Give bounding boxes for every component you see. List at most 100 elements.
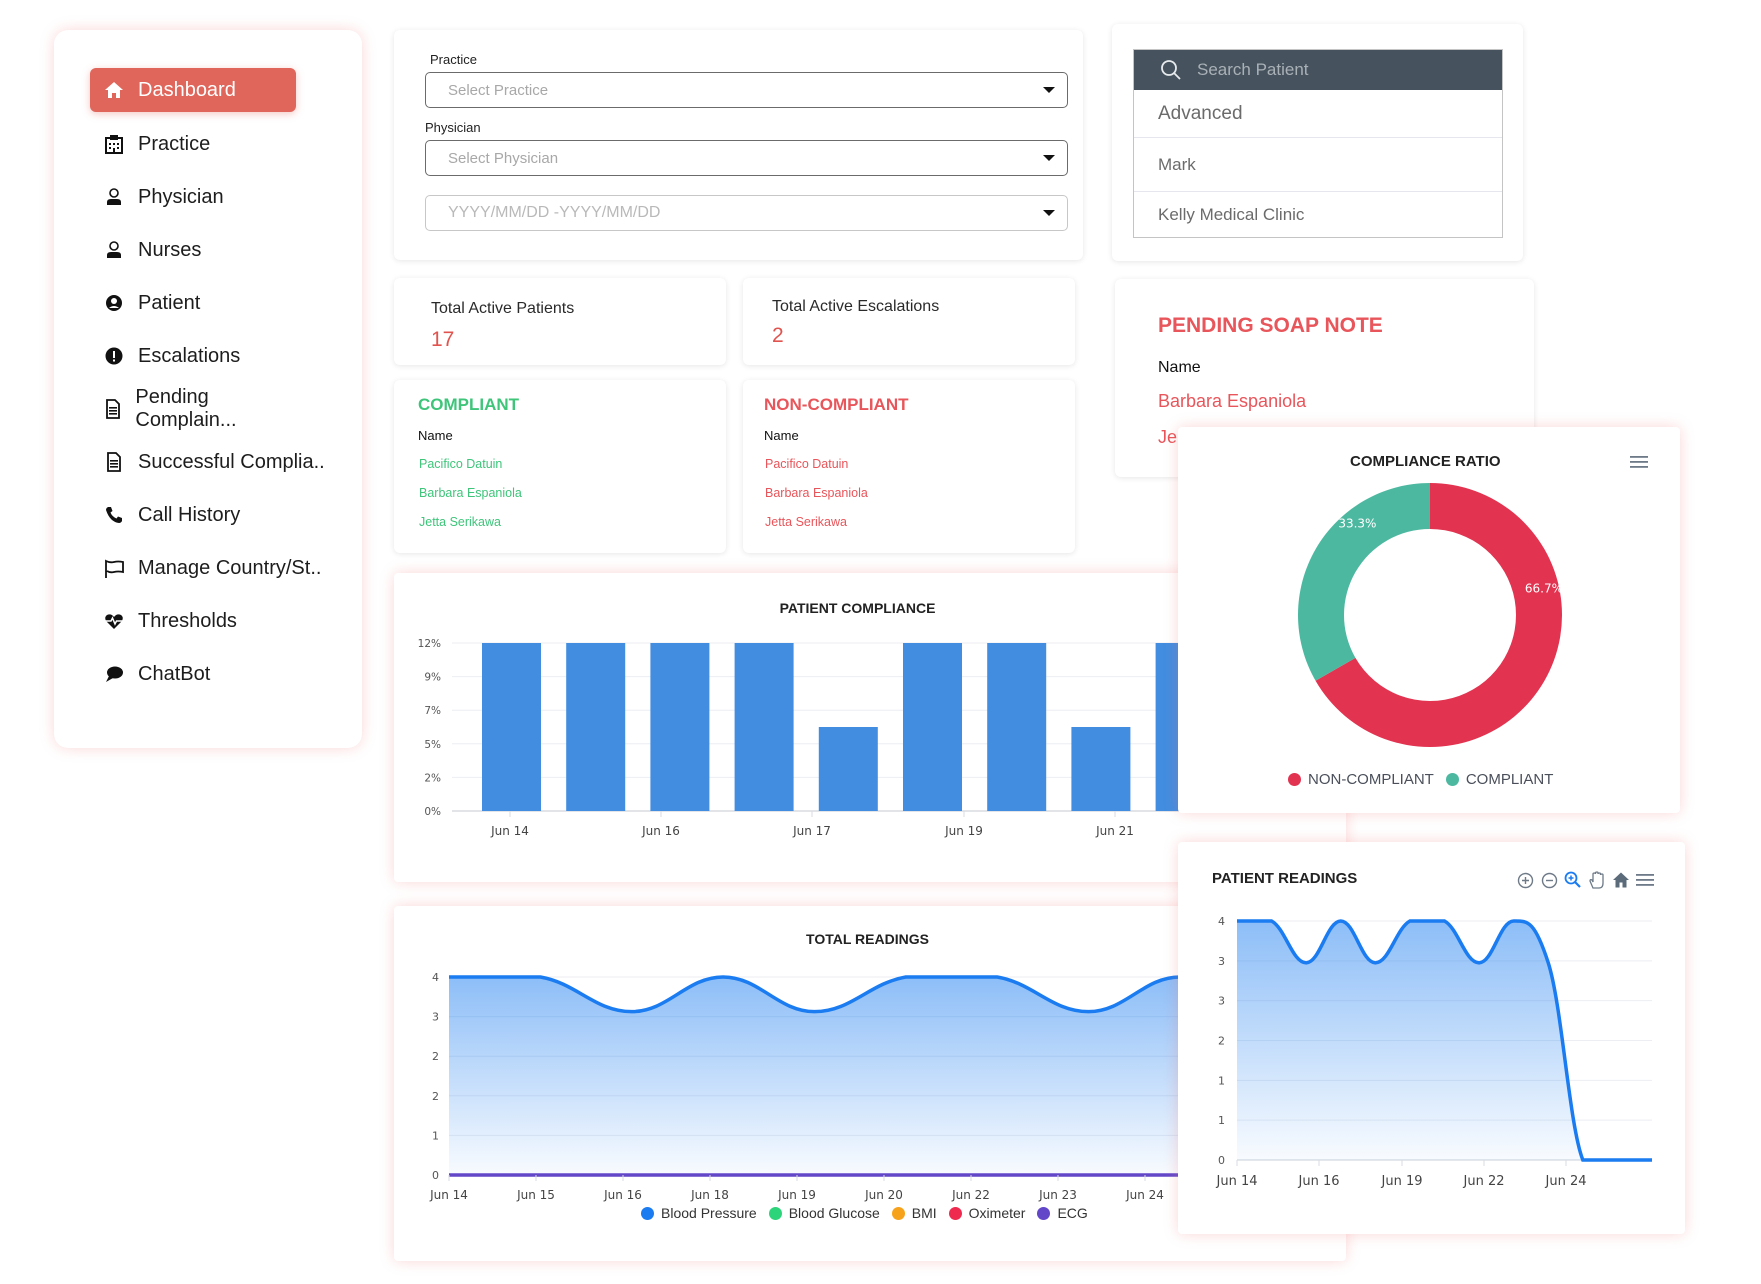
list-item[interactable]: Jetta Serikawa bbox=[419, 515, 501, 529]
list-item[interactable]: Barbara Espaniola bbox=[765, 486, 868, 500]
legend-label: Oximeter bbox=[968, 1205, 1026, 1221]
sidebar-item-practice[interactable]: Practice bbox=[90, 122, 296, 166]
sidebar-item-patient[interactable]: Patient bbox=[90, 281, 296, 325]
sidebar-item-successful-compliance[interactable]: Successful Complia.. bbox=[90, 440, 330, 484]
legend-item[interactable]: COMPLIANT bbox=[1445, 771, 1554, 788]
legend-marker bbox=[1288, 773, 1301, 786]
x-tick-label: Jun 14 bbox=[490, 824, 529, 838]
legend-label: BMI bbox=[911, 1205, 937, 1221]
bar bbox=[818, 727, 878, 811]
practice-select[interactable]: Select Practice bbox=[425, 72, 1068, 108]
sidebar-item-physician[interactable]: Physician bbox=[90, 175, 296, 219]
sidebar-item-call-history[interactable]: Call History bbox=[90, 493, 296, 537]
y-tick-label: 2 bbox=[432, 1050, 439, 1063]
legend-marker bbox=[1445, 773, 1459, 786]
legend-label: Blood Pressure bbox=[661, 1205, 757, 1221]
total-active-patients-card: Total Active Patients 17 bbox=[394, 278, 726, 365]
list-item[interactable]: Barbara Espaniola bbox=[419, 486, 522, 500]
search-result-item[interactable]: Advanced bbox=[1134, 90, 1502, 138]
x-tick-label: Jun 16 bbox=[641, 824, 680, 838]
y-tick-label: 1 bbox=[1218, 1074, 1225, 1087]
date-range-select[interactable]: YYYY/MM/DD -YYYY/MM/DD bbox=[425, 195, 1068, 231]
sidebar-item-pending-compliance[interactable]: Pending Complain... bbox=[90, 386, 296, 431]
sidebar-item-nurses[interactable]: Nurses bbox=[90, 228, 296, 272]
legend-item[interactable]: Blood Pressure bbox=[641, 1205, 757, 1221]
x-tick-label: Jun 15 bbox=[516, 1188, 555, 1202]
legend-item[interactable]: NON-COMPLIANT bbox=[1288, 771, 1434, 788]
sidebar-item-chatbot[interactable]: ChatBot bbox=[90, 652, 296, 696]
list-item[interactable]: Pacifico Datuin bbox=[419, 457, 502, 471]
sidebar-item-dashboard[interactable]: Dashboard bbox=[90, 68, 296, 112]
y-tick-label: 0% bbox=[424, 806, 441, 818]
physician-icon bbox=[102, 185, 126, 209]
list-item[interactable]: Jetta Serikawa bbox=[765, 515, 847, 529]
compliance-ratio-chart: 66.7% 33.3% bbox=[1298, 483, 1563, 747]
stat-value: 2 bbox=[772, 324, 784, 347]
caret-down-icon bbox=[1043, 155, 1055, 161]
x-tick-label: Jun 23 bbox=[1038, 1188, 1077, 1202]
x-tick-label: Jun 14 bbox=[429, 1188, 468, 1202]
list-item[interactable]: Barbara Espaniola bbox=[1158, 391, 1306, 412]
soap-title: PENDING SOAP NOTE bbox=[1158, 314, 1383, 337]
x-tick-label: Jun 19 bbox=[777, 1188, 816, 1202]
legend-label: ECG bbox=[1057, 1205, 1088, 1221]
y-tick-label: 1 bbox=[1218, 1114, 1225, 1127]
list-item[interactable]: Pacifico Datuin bbox=[765, 457, 848, 471]
y-tick-label: 3 bbox=[432, 1011, 439, 1024]
sidebar-item-label: Thresholds bbox=[138, 609, 237, 632]
sidebar-item-label: ChatBot bbox=[138, 662, 211, 685]
x-tick-label: Jun 22 bbox=[1463, 1174, 1505, 1189]
sidebar-item-thresholds[interactable]: Thresholds bbox=[90, 599, 296, 643]
y-tick-label: 0 bbox=[432, 1169, 439, 1182]
legend-item[interactable]: BMI bbox=[891, 1205, 937, 1221]
legend-marker bbox=[948, 1206, 962, 1220]
y-tick-label: 3 bbox=[1218, 955, 1225, 968]
search-input[interactable]: Search Patient bbox=[1134, 50, 1502, 90]
sidebar-item-label: Manage Country/St.. bbox=[138, 556, 322, 579]
x-tick-label: Jun 24 bbox=[1125, 1188, 1164, 1202]
legend-marker bbox=[768, 1206, 782, 1220]
y-tick-label: 7% bbox=[424, 705, 441, 717]
non-compliant-card: NON-COMPLIANT Name Pacifico Datuin Barba… bbox=[743, 380, 1075, 553]
sidebar-item-manage-country[interactable]: Manage Country/St.. bbox=[90, 546, 330, 590]
practice-select-placeholder: Select Practice bbox=[448, 81, 549, 99]
y-tick-label: 0 bbox=[1218, 1154, 1225, 1167]
x-tick-label: Jun 19 bbox=[944, 824, 983, 838]
sidebar-item-label: Nurses bbox=[138, 238, 202, 261]
y-tick-label: 12% bbox=[418, 638, 441, 650]
bar bbox=[482, 643, 541, 811]
legend-item[interactable]: ECG bbox=[1037, 1205, 1088, 1221]
bar bbox=[650, 643, 710, 811]
sidebar-item-label: Escalations bbox=[138, 344, 241, 367]
y-tick-label: 4 bbox=[432, 971, 439, 984]
total-active-escalations-card: Total Active Escalations 2 bbox=[743, 278, 1075, 365]
data-label: 33.3% bbox=[1338, 516, 1376, 530]
search-result-item[interactable]: Mark bbox=[1134, 138, 1502, 192]
y-tick-label: 9% bbox=[424, 672, 441, 684]
name-column-header: Name bbox=[418, 428, 453, 443]
list-item[interactable]: Je bbox=[1158, 427, 1177, 448]
physician-select-placeholder: Select Physician bbox=[448, 149, 559, 167]
legend-label: NON-COMPLIANT bbox=[1308, 771, 1434, 788]
caret-down-icon bbox=[1043, 87, 1055, 93]
legend-item[interactable]: Oximeter bbox=[948, 1205, 1026, 1221]
legend-item[interactable]: Blood Glucose bbox=[768, 1205, 880, 1221]
physician-select[interactable]: Select Physician bbox=[425, 140, 1068, 176]
flag-icon bbox=[102, 556, 126, 580]
x-tick-label: Jun 16 bbox=[603, 1188, 642, 1202]
legend-label: COMPLIANT bbox=[1465, 771, 1554, 788]
name-column-header: Name bbox=[764, 428, 799, 443]
sidebar: Dashboard Practice Physician Nurses Pati… bbox=[54, 30, 362, 748]
search-result-item[interactable]: Kelly Medical Clinic bbox=[1134, 192, 1502, 238]
compliant-title: COMPLIANT bbox=[418, 395, 520, 414]
compliance-ratio-card: COMPLIANCE RATIO 66.7% 33.3% NON-COMPLIAN… bbox=[1178, 427, 1680, 813]
sidebar-item-label: Physician bbox=[138, 185, 224, 208]
patient-readings-chart: 0 1 1 2 3 3 4 Jun 14 Jun 16 Jun 19 Jun 22 Jun 24 bbox=[1216, 915, 1652, 1189]
x-tick-label: Jun 16 bbox=[1298, 1174, 1340, 1189]
hospital-icon bbox=[102, 132, 126, 156]
legend-marker bbox=[641, 1206, 654, 1220]
y-tick-label: 5% bbox=[424, 739, 441, 751]
sidebar-item-escalations[interactable]: Escalations bbox=[90, 334, 296, 378]
y-tick-label: 2 bbox=[1218, 1035, 1225, 1048]
sidebar-item-label: Practice bbox=[138, 132, 211, 155]
